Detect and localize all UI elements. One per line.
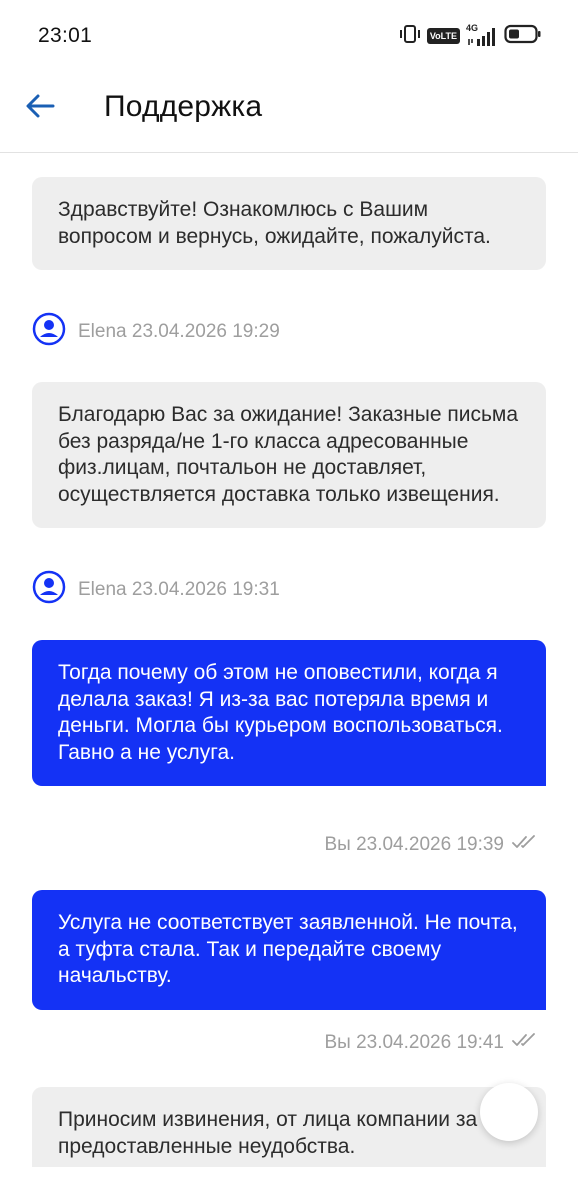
status-bar: 23:01 VoLTE 4G xyxy=(0,0,578,72)
status-icons: VoLTE 4G xyxy=(399,23,542,50)
message-author-time: Вы 23.04.2026 19:39 xyxy=(324,834,504,855)
arrow-left-icon xyxy=(25,93,55,124)
message-bubble-incoming: Благодарю Вас за ожидание! Заказные пись… xyxy=(32,382,546,528)
volte-badge: VoLTE xyxy=(426,28,460,44)
battery-icon xyxy=(504,23,542,50)
message-meta: Elena 23.04.2026 19:31 xyxy=(32,570,280,610)
chat-history[interactable]: Здравствуйте! Ознакомлюсь с Вашим вопрос… xyxy=(0,153,578,1167)
message-bubble-outgoing: Тогда почему об этом не оповестили, когд… xyxy=(32,640,546,786)
scroll-down-button[interactable] xyxy=(480,1083,538,1141)
message-text: Тогда почему об этом не оповестили, когд… xyxy=(58,661,503,764)
status-time: 23:01 xyxy=(38,24,93,47)
double-check-icon xyxy=(512,1032,538,1054)
message-meta: Elena 23.04.2026 19:29 xyxy=(32,312,280,352)
message-bubble-incoming: Здравствуйте! Ознакомлюсь с Вашим вопрос… xyxy=(32,177,546,270)
user-circle-icon xyxy=(32,312,66,352)
message-text: Здравствуйте! Ознакомлюсь с Вашим вопрос… xyxy=(58,198,491,248)
page-title: Поддержка xyxy=(104,90,263,123)
vibrate-icon xyxy=(399,24,421,49)
message-bubble-outgoing: Услуга не соответствует заявленной. Не п… xyxy=(32,890,546,1010)
double-check-icon xyxy=(512,834,538,856)
app-header: Поддержка xyxy=(0,72,578,153)
message-author-time: Вы 23.04.2026 19:41 xyxy=(324,1032,504,1053)
message-bubble-incoming: Приносим извинения, от лица компании за … xyxy=(32,1087,546,1167)
message-text: Приносим извинения, от лица компании за … xyxy=(58,1108,478,1158)
message-text: Услуга не соответствует заявленной. Не п… xyxy=(58,911,518,987)
back-button[interactable] xyxy=(20,88,60,128)
signal-bars-icon: 4G xyxy=(466,23,498,47)
message-author-time: Elena 23.04.2026 19:31 xyxy=(78,579,280,600)
user-circle-icon xyxy=(32,570,66,610)
message-meta: Вы 23.04.2026 19:39 xyxy=(324,832,538,858)
message-meta: Вы 23.04.2026 19:41 xyxy=(324,1030,538,1056)
message-author-time: Elena 23.04.2026 19:29 xyxy=(78,321,280,342)
message-text: Благодарю Вас за ожидание! Заказные пись… xyxy=(58,403,519,506)
